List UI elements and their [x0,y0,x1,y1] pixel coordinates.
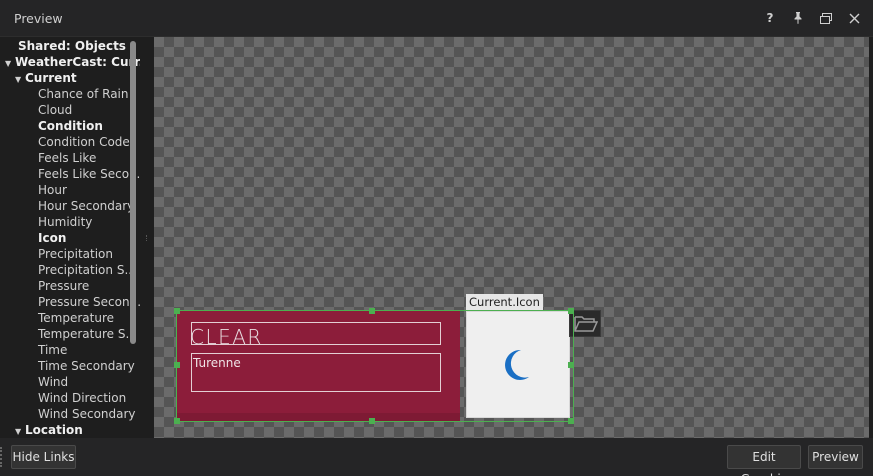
resize-grip[interactable] [0,447,3,467]
tree-item[interactable]: Wind [38,374,68,390]
pin-icon [794,12,802,24]
restore-icon [820,12,832,24]
tree-item[interactable]: Condition [38,118,103,134]
tree-item[interactable]: Humidity [38,214,92,230]
resize-handle[interactable] [568,308,574,314]
title-bar: Preview ? [0,0,873,37]
help-button[interactable]: ? [761,9,779,27]
tree-item[interactable]: Wind Secondary [38,406,136,422]
tree-item[interactable]: Pressure Secon... [38,294,140,310]
caret-down-icon[interactable]: ▼ [15,72,25,88]
tree-scrollbar-thumb[interactable] [130,41,136,344]
tree-item[interactable]: Temperature [38,310,114,326]
selection-outline [176,310,574,422]
preview-button[interactable]: Preview [808,445,863,469]
resize-handle[interactable] [369,308,375,314]
tree-item[interactable]: Feels Like [38,150,96,166]
close-button[interactable] [845,9,863,27]
tree-item[interactable]: Precipitation [38,246,113,262]
tree-item[interactable]: Chance of Rain [38,86,129,102]
footer-bar: Hide Links Edit Graphic Preview [0,438,873,476]
tree-item[interactable]: Wind Direction [38,390,126,406]
tree-item[interactable]: Hour Secondary [38,198,134,214]
tree-item[interactable]: Precipitation S... [38,262,136,278]
icon-field-label: Current.Icon [466,294,543,310]
folder-open-icon [574,316,598,332]
field-tree: Shared: Objects ▼ WeatherCast: Curr... ▼ C… [0,37,140,438]
tree-item[interactable]: Hour [38,182,67,198]
tree-item[interactable]: Condition Code [38,134,130,150]
splitter-grip [146,235,148,241]
caret-down-icon[interactable]: ▼ [15,424,25,438]
tree-item[interactable]: Shared: Objects [18,38,126,54]
tree-item[interactable]: Icon [38,230,66,246]
resize-handle[interactable] [174,418,180,424]
close-icon [849,13,859,23]
resize-handle[interactable] [568,418,574,424]
tree-item[interactable]: Temperature S... [38,326,137,342]
hide-links-button[interactable]: Hide Links [11,445,76,469]
edit-graphic-button[interactable]: Edit Graphic [727,445,801,476]
help-icon: ? [766,11,774,25]
tree-item[interactable]: ▼ Current [15,70,77,86]
splitter[interactable] [140,37,154,438]
tree-item[interactable]: ▼ WeatherCast: Curr... [5,54,140,70]
tree-item[interactable]: ▼ Location [15,422,83,438]
pin-button[interactable] [789,9,807,27]
caret-down-icon[interactable]: ▼ [5,56,15,72]
tree-item[interactable]: Feels Like Seco... [38,166,140,182]
tree-item[interactable]: Time Secondary [38,358,135,374]
resize-handle[interactable] [568,362,574,368]
tree-item[interactable]: Cloud [38,102,72,118]
resize-handle[interactable] [174,308,180,314]
resize-handle[interactable] [369,418,375,424]
tree-item[interactable]: Time [38,342,67,358]
tree-item[interactable]: Pressure [38,278,89,294]
resize-handle[interactable] [174,362,180,368]
window-title: Preview [14,11,63,26]
maximize-button[interactable] [817,9,835,27]
right-edge [869,37,873,438]
